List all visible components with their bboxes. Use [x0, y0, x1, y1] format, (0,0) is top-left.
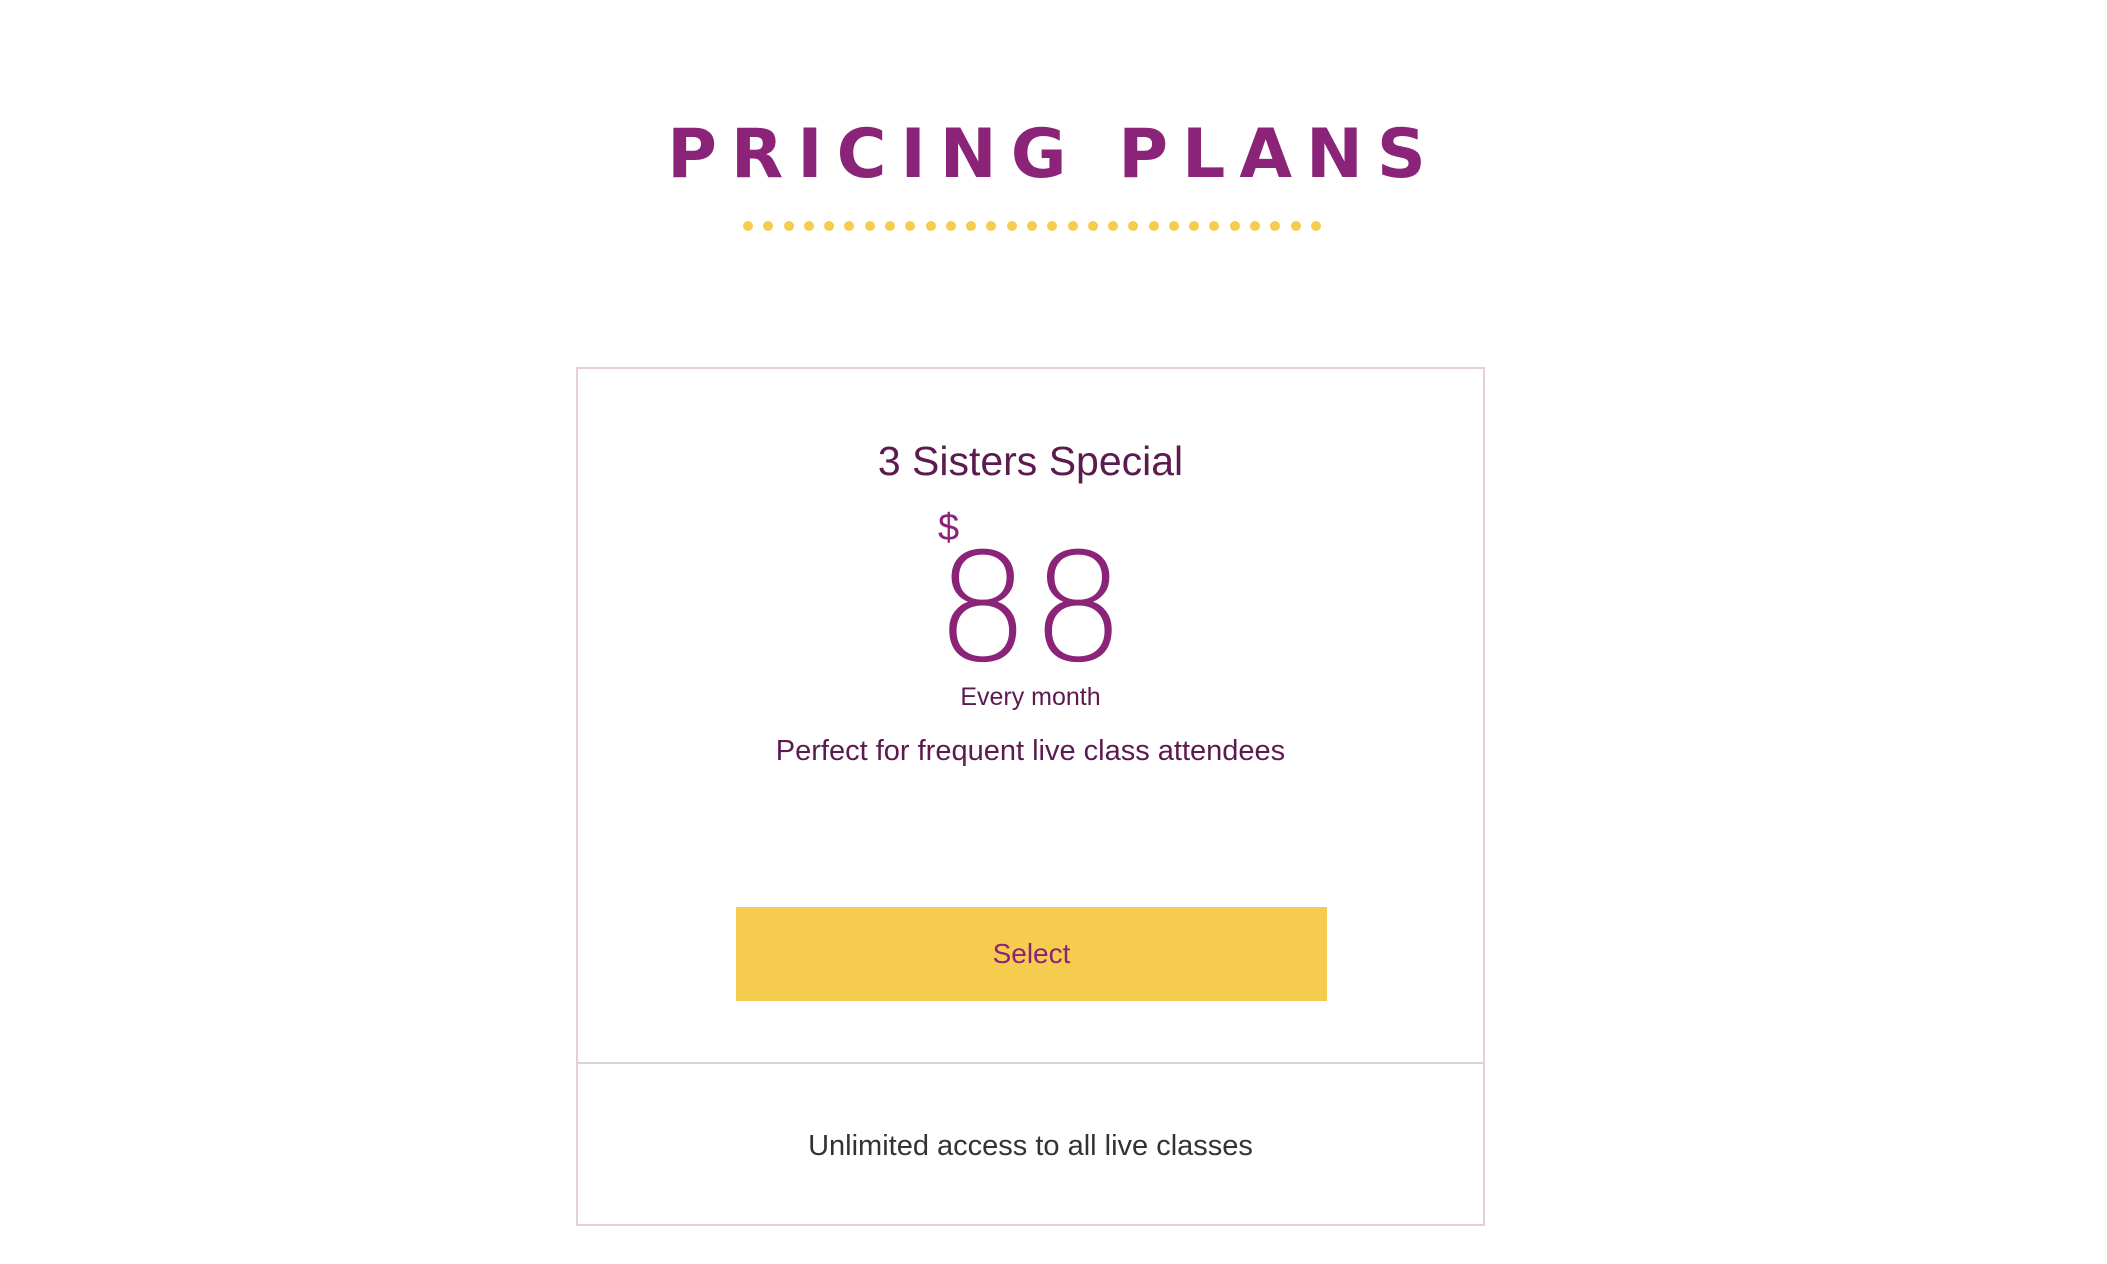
divider-dot [1087, 221, 1098, 231]
billing-period: Every month [960, 683, 1101, 711]
plan-feature-item: Unlimited access to all live classes [808, 1130, 1253, 1162]
divider-dot [966, 221, 977, 231]
divider-dot [1310, 221, 1321, 231]
card-divider [578, 1062, 1483, 1064]
page-title: PRICING PLANS [667, 115, 1440, 194]
divider-dot [783, 221, 794, 231]
plan-price: 88 [935, 522, 1126, 696]
divider-dot [905, 221, 916, 231]
divider-dot [986, 221, 997, 231]
divider-dot [1209, 221, 1220, 231]
divider-dot [743, 221, 753, 231]
divider-dot [824, 221, 835, 231]
divider-dot [1026, 221, 1037, 231]
plan-name: 3 Sisters Special [877, 438, 1184, 484]
divider-dot [945, 221, 956, 231]
divider-dot [864, 221, 875, 231]
divider-dot [1229, 221, 1240, 231]
divider-dot [1067, 221, 1078, 231]
select-plan-button[interactable]: Select [736, 907, 1327, 1001]
divider-dot [1189, 221, 1200, 231]
pricing-plan-card: 3 Sisters Special $ 88 Every month Perfe… [576, 367, 1485, 1226]
divider-dot [803, 221, 814, 231]
divider-dot [1250, 221, 1261, 231]
divider-dot [1006, 221, 1017, 231]
divider-dot [844, 221, 855, 231]
divider-dot [1047, 221, 1058, 231]
divider-dot [1270, 221, 1281, 231]
divider-dot [1290, 221, 1301, 231]
divider-dot [884, 221, 895, 231]
divider-dot [1148, 221, 1159, 231]
divider-dot [1128, 221, 1139, 231]
divider-dot [763, 221, 774, 231]
title-dotted-divider [743, 221, 1321, 233]
divider-dot [925, 221, 936, 231]
divider-dot [1108, 221, 1119, 231]
divider-dot [1168, 221, 1179, 231]
plan-description: Perfect for frequent live class attendee… [775, 735, 1286, 767]
